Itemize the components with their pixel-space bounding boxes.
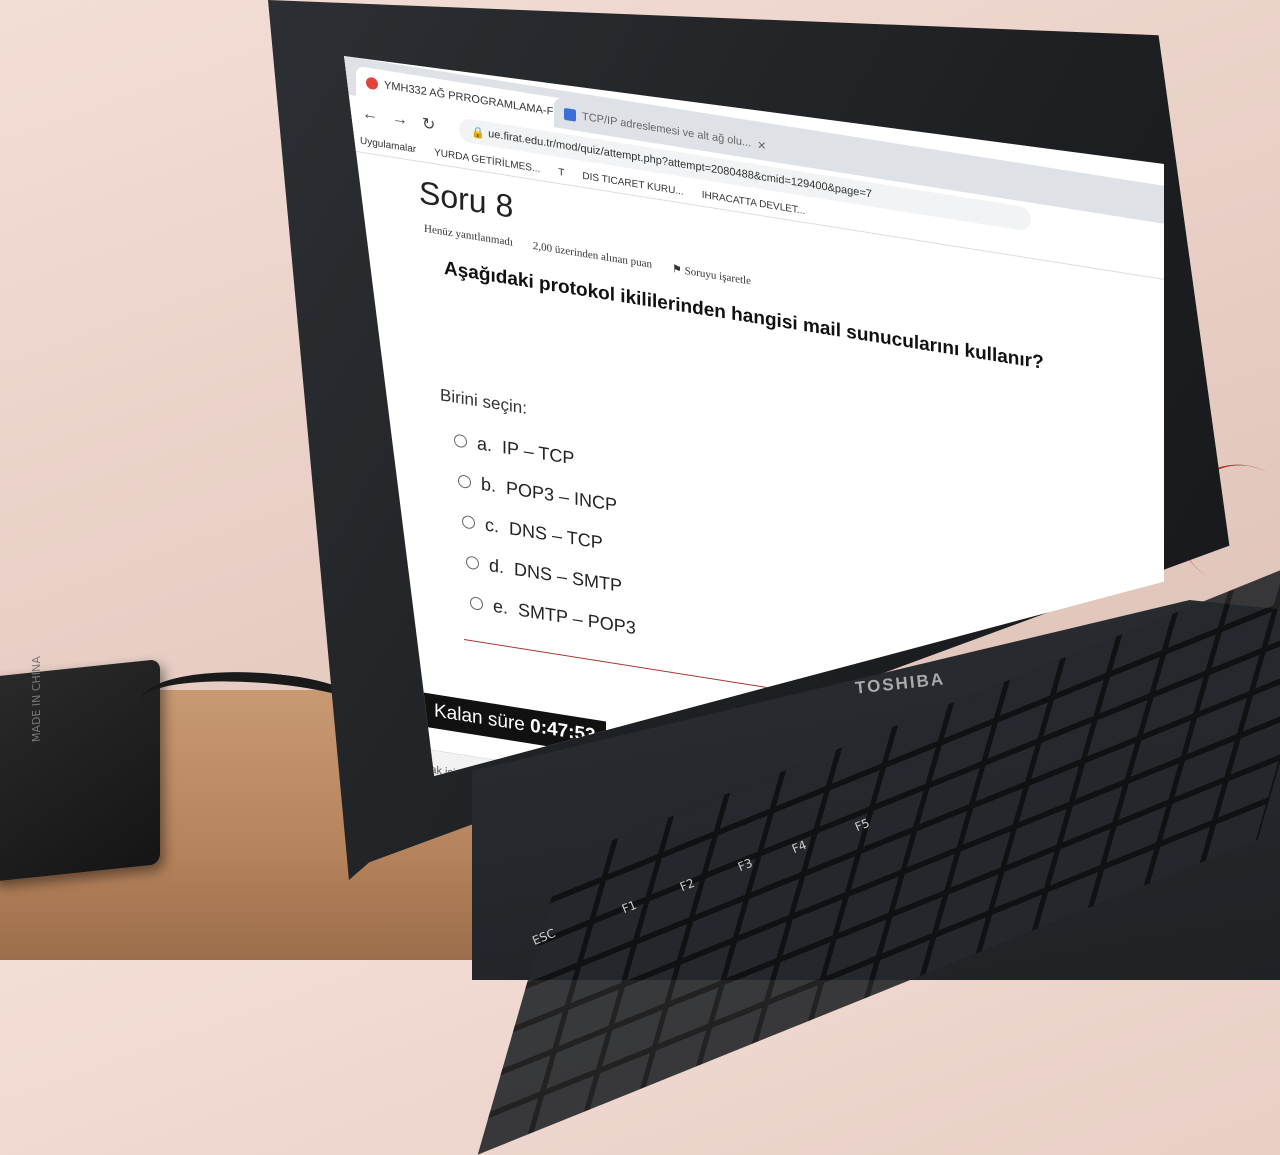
- option-text: SMTP – POP3: [518, 599, 636, 638]
- option-text: IP – TCP: [502, 436, 575, 468]
- flag-question-link[interactable]: ⚑ Soruyu işaretle: [672, 262, 751, 288]
- question-title: Soru 8: [419, 173, 514, 225]
- option-text: DNS – TCP: [509, 517, 603, 553]
- adapter-label: MADE IN CHINA: [30, 655, 43, 743]
- lock-icon: 🔒: [471, 125, 489, 141]
- choose-label: Birini seçin:: [440, 385, 527, 418]
- flag-label: Soruyu işaretle: [684, 264, 751, 288]
- forward-arrow-icon[interactable]: →: [392, 110, 408, 131]
- radio-button[interactable]: [470, 595, 483, 611]
- option-letter: b.: [481, 473, 497, 496]
- answer-options: a. IP – TCP b. POP3 – INCP c. DNS – TCP …: [454, 419, 636, 648]
- radio-button[interactable]: [462, 514, 475, 530]
- bookmark-item[interactable]: T: [558, 167, 564, 179]
- moodle-icon: [366, 76, 378, 91]
- option-letter: c.: [485, 513, 500, 537]
- power-adapter: MADE IN CHINA: [0, 655, 160, 882]
- option-letter: d.: [489, 554, 505, 577]
- option-letter: a.: [477, 432, 493, 455]
- back-arrow-icon[interactable]: ←: [362, 105, 378, 126]
- close-icon[interactable]: ✕: [757, 138, 766, 152]
- page-icon: [564, 107, 576, 122]
- bookmark-apps[interactable]: Uygulamalar: [360, 136, 416, 156]
- radio-button[interactable]: [466, 554, 479, 570]
- option-letter: e.: [493, 595, 509, 618]
- question-points: 2,00 üzerinden alınan puan: [532, 239, 653, 271]
- radio-button[interactable]: [454, 432, 467, 448]
- question-status: Henüz yanıtlanmadı: [424, 222, 513, 249]
- timer-label: Kalan süre: [434, 700, 525, 736]
- radio-button[interactable]: [458, 473, 471, 489]
- reload-icon[interactable]: ↻: [422, 113, 435, 135]
